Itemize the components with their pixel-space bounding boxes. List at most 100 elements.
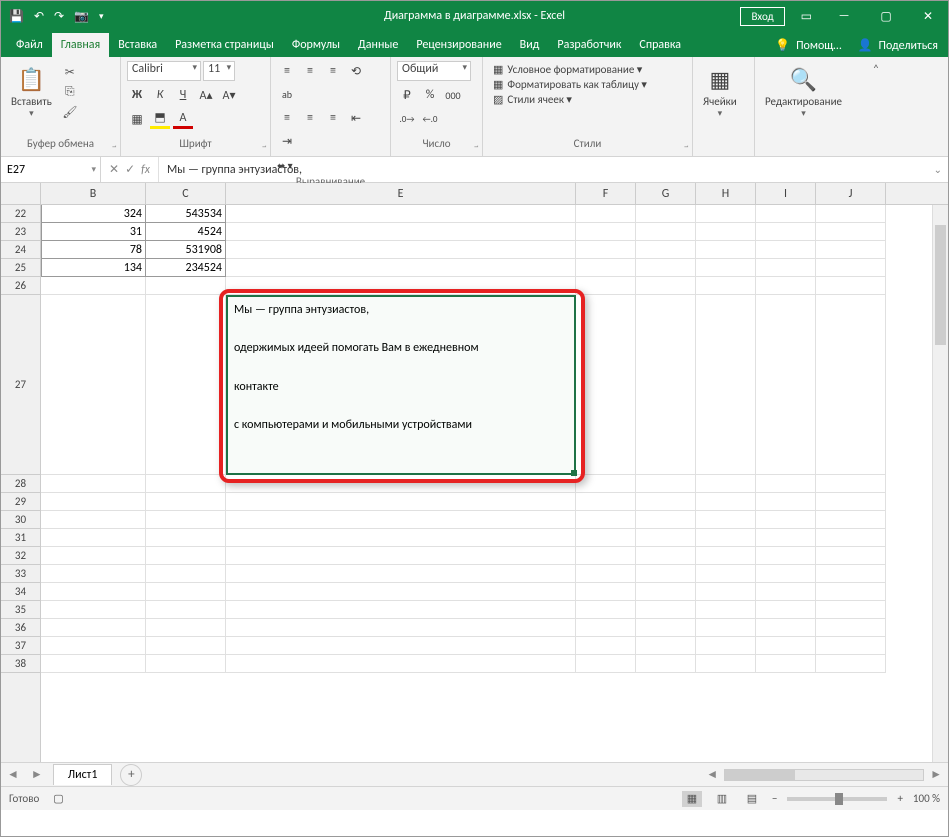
cell[interactable] [576,619,636,637]
cell[interactable] [226,619,576,637]
cell[interactable] [816,259,886,277]
cell[interactable] [816,619,886,637]
cell[interactable] [226,511,576,529]
cell[interactable] [816,583,886,601]
cell[interactable] [696,637,756,655]
horizontal-scrollbar[interactable] [724,769,924,781]
cell[interactable] [576,637,636,655]
cell[interactable] [41,493,146,511]
cell-styles-button[interactable]: ▨Стили ячеек ▾ [489,93,651,106]
cell[interactable] [576,277,636,295]
row-header[interactable]: 35 [1,601,40,619]
conditional-formatting-button[interactable]: ▦Условное форматирование ▾ [489,63,651,76]
cell[interactable] [696,547,756,565]
align-top-icon[interactable]: ≡ [277,61,297,81]
cell[interactable] [756,205,816,223]
cell[interactable] [756,295,816,475]
cell[interactable] [41,583,146,601]
row-header[interactable]: 23 [1,223,40,241]
decrease-indent-icon[interactable]: ⇤ [346,108,366,128]
cell[interactable] [146,637,226,655]
qat-dropdown-icon[interactable]: ▾ [99,11,104,22]
zoom-out-button[interactable]: − [772,792,777,805]
cell[interactable] [756,493,816,511]
cell[interactable]: 78 [41,241,146,259]
cell[interactable] [696,223,756,241]
underline-button[interactable]: Ч [173,85,193,105]
cell[interactable] [756,511,816,529]
cell[interactable] [696,475,756,493]
cell[interactable] [696,259,756,277]
save-icon[interactable]: 💾 [9,9,24,24]
row-header[interactable]: 26 [1,277,40,295]
row-header[interactable]: 25 [1,259,40,277]
align-left-icon[interactable]: ≡ [277,108,297,128]
cell[interactable] [696,619,756,637]
row-header[interactable]: 29 [1,493,40,511]
maximize-button[interactable]: ▢ [866,1,906,31]
paste-button[interactable]: 📋 Вставить ▾ [7,61,56,121]
cell[interactable] [41,619,146,637]
tab-file[interactable]: Файл [7,33,52,57]
cell[interactable] [146,493,226,511]
cell[interactable] [576,511,636,529]
font-name-select[interactable]: Calibri [127,61,201,81]
format-as-table-button[interactable]: ▦Форматировать как таблицу ▾ [489,78,651,91]
cell[interactable] [576,547,636,565]
cell[interactable] [41,511,146,529]
cell[interactable] [226,601,576,619]
column-header[interactable]: C [146,183,226,204]
cell[interactable] [636,637,696,655]
cell[interactable] [816,529,886,547]
add-sheet-button[interactable]: + [120,764,142,786]
increase-indent-icon[interactable]: ⇥ [277,131,297,151]
fill-color-icon[interactable]: ⬒ [150,109,170,129]
hscroll-right-icon[interactable]: ► [930,767,942,782]
collapse-ribbon-icon[interactable]: ˄ [865,57,887,156]
cell[interactable] [816,547,886,565]
cell[interactable] [636,655,696,673]
column-header[interactable]: B [41,183,146,204]
borders-icon[interactable]: ▦ [127,109,147,129]
format-painter-icon[interactable]: 🖌 [60,103,80,121]
cell[interactable] [636,241,696,259]
cell[interactable]: 324 [41,205,146,223]
cell[interactable] [636,259,696,277]
tab-help[interactable]: Справка [630,33,690,57]
normal-view-icon[interactable]: ▦ [682,791,702,807]
name-box[interactable]: E27 [1,157,101,182]
cell[interactable] [756,259,816,277]
cell[interactable] [146,547,226,565]
cell[interactable] [146,601,226,619]
row-header[interactable]: 33 [1,565,40,583]
fx-icon[interactable]: fx [141,163,150,177]
page-break-view-icon[interactable]: ▤ [742,791,762,807]
wrap-text-icon[interactable]: ab [277,84,297,104]
cell[interactable]: 4524 [146,223,226,241]
cell[interactable] [696,565,756,583]
cell[interactable] [576,529,636,547]
cell[interactable] [756,655,816,673]
cell[interactable] [696,511,756,529]
cell[interactable] [696,241,756,259]
row-header[interactable]: 22 [1,205,40,223]
cell[interactable] [146,619,226,637]
tab-review[interactable]: Рецензирование [407,33,510,57]
cell[interactable] [816,223,886,241]
cell[interactable] [576,493,636,511]
cell[interactable] [756,637,816,655]
tab-view[interactable]: Вид [511,33,549,57]
column-header[interactable]: J [816,183,886,204]
cell[interactable] [816,205,886,223]
cell[interactable] [146,475,226,493]
cell[interactable] [146,277,226,295]
row-header[interactable]: 24 [1,241,40,259]
cell[interactable] [576,565,636,583]
cell[interactable] [636,565,696,583]
tab-insert[interactable]: Вставка [109,33,166,57]
cell[interactable] [636,475,696,493]
cell[interactable] [146,295,226,475]
cell[interactable] [636,511,696,529]
cell[interactable] [226,205,576,223]
redo-icon[interactable]: ↷ [54,9,64,24]
